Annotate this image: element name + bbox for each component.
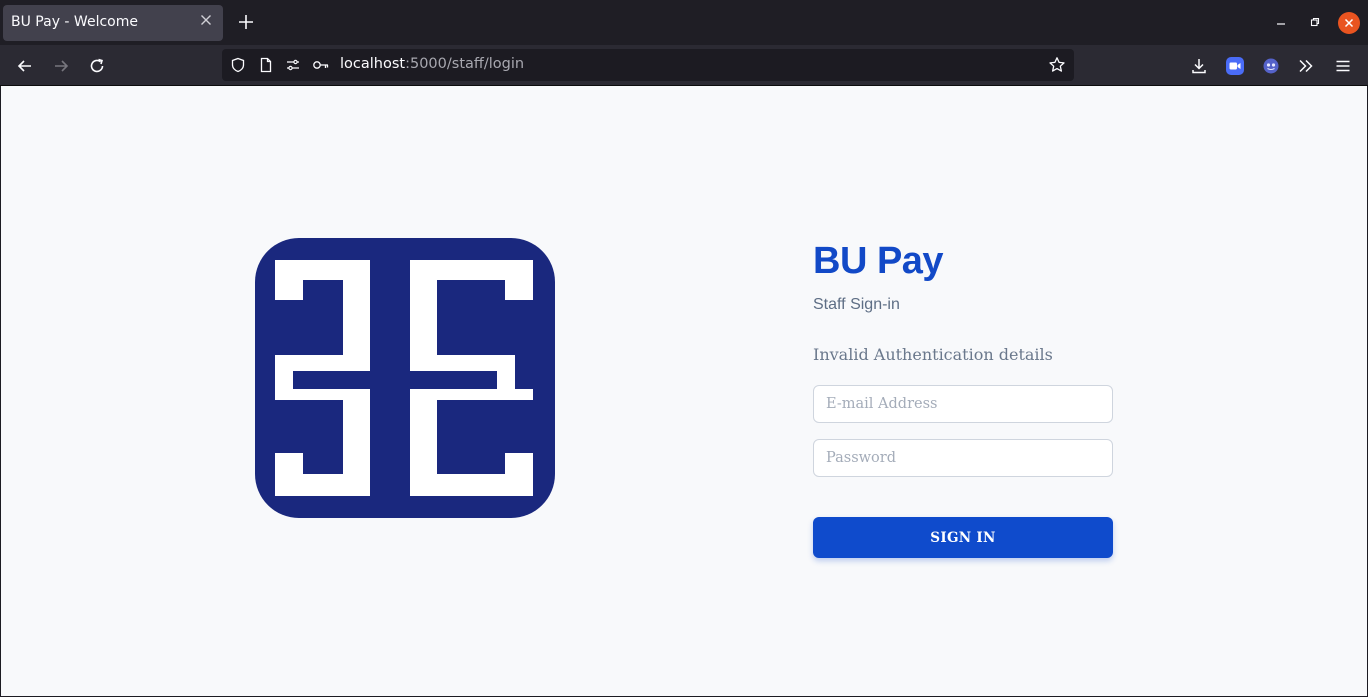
email-field[interactable] [813, 385, 1113, 423]
browser-tab[interactable]: BU Pay - Welcome [3, 5, 223, 41]
key-icon[interactable] [312, 56, 330, 74]
permissions-icon[interactable] [284, 56, 302, 74]
error-message: Invalid Authentication details [813, 345, 1053, 364]
video-extension-icon[interactable] [1222, 53, 1248, 79]
minimize-icon[interactable] [1270, 12, 1292, 34]
password-field[interactable] [813, 439, 1113, 477]
arrow-left-icon[interactable] [12, 53, 38, 79]
tab-title: BU Pay - Welcome [11, 14, 138, 30]
page-icon[interactable] [257, 56, 275, 74]
window-close-icon[interactable] [1338, 12, 1360, 34]
shield-icon[interactable] [229, 56, 247, 74]
plus-icon[interactable] [233, 10, 259, 36]
url-host: localhost [340, 56, 406, 72]
url-text[interactable]: localhost:5000/staff/login [340, 56, 524, 72]
url-bar[interactable]: localhost:5000/staff/login [222, 49, 1074, 81]
sign-in-button[interactable]: SIGN IN [813, 517, 1113, 558]
close-icon[interactable] [197, 13, 215, 31]
chevrons-right-icon[interactable] [1293, 53, 1319, 79]
reload-icon[interactable] [84, 53, 110, 79]
browser-titlebar: BU Pay - Welcome [0, 0, 1368, 45]
browser-navbar: localhost:5000/staff/login [0, 45, 1368, 86]
page-subtitle: Staff Sign-in [813, 296, 900, 313]
extension-icon[interactable] [1258, 53, 1284, 79]
login-page: BU Pay Staff Sign-in Invalid Authenticat… [1, 86, 1367, 696]
restore-icon[interactable] [1304, 12, 1326, 34]
star-icon[interactable] [1048, 56, 1066, 74]
url-path: :5000/staff/login [405, 56, 525, 72]
bu-pay-logo [255, 238, 555, 518]
brand-title: BU Pay [813, 240, 944, 282]
arrow-right-icon[interactable] [48, 53, 74, 79]
download-icon[interactable] [1186, 53, 1212, 79]
hamburger-menu-icon[interactable] [1330, 53, 1356, 79]
